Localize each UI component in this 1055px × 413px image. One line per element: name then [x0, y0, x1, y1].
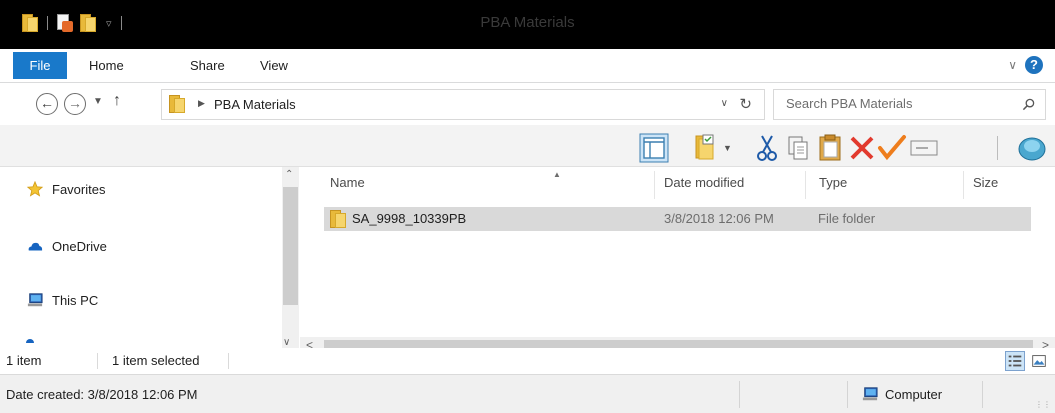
status-separator — [97, 353, 98, 369]
address-row: ← → ▼ ↑ ▶ PBA Materials ∨ ↻ — [0, 84, 1055, 124]
folder-icon — [169, 95, 185, 113]
title-bar: ▿ PBA Materials — [0, 0, 1055, 49]
column-divider[interactable] — [654, 171, 655, 199]
nav-item-label: Favorites — [52, 181, 106, 197]
tab-file[interactable]: File — [13, 52, 67, 79]
tab-view[interactable]: View — [260, 52, 288, 79]
location-label: Computer — [885, 386, 943, 402]
scroll-up-icon[interactable]: ⌃ — [285, 169, 293, 180]
recent-locations-icon[interactable]: ▼ — [93, 96, 103, 107]
nav-item-label: This PC — [52, 292, 99, 308]
shell-icon[interactable] — [1017, 133, 1047, 163]
up-button[interactable]: ↑ — [113, 92, 121, 110]
column-header-type[interactable]: Type — [819, 175, 847, 190]
column-divider[interactable] — [963, 171, 964, 199]
file-date-modified: 3/8/2018 12:06 PM — [664, 211, 774, 226]
column-divider[interactable] — [805, 171, 806, 199]
tab-share[interactable]: Share — [190, 52, 225, 79]
search-box[interactable] — [773, 89, 1046, 120]
cloud-icon — [28, 242, 43, 251]
file-list: Name ▲ Date modified Type Size SA_9998_1… — [300, 167, 1055, 337]
computer-icon — [862, 387, 878, 401]
tab-home[interactable]: Home — [89, 52, 124, 79]
search-icon[interactable] — [1022, 98, 1035, 111]
nav-pane-scrollbar[interactable]: ⌃ — [282, 167, 299, 348]
properties-dropdown-icon[interactable]: ▼ — [723, 143, 732, 153]
column-header-size[interactable]: Size — [973, 175, 998, 190]
paste-icon[interactable] — [815, 133, 845, 163]
item-count: 1 item — [6, 353, 42, 368]
details-view-icon[interactable] — [1005, 351, 1025, 371]
delete-icon[interactable] — [847, 133, 877, 163]
cut-icon[interactable] — [752, 133, 782, 163]
nav-scroll-thumb[interactable] — [283, 187, 298, 305]
properties-icon[interactable] — [690, 133, 720, 163]
command-toolbar: ▼ — [0, 125, 1055, 167]
table-row[interactable]: SA_9998_10339PB 3/8/2018 12:06 PM File f… — [324, 207, 1031, 231]
computer-icon — [27, 293, 43, 307]
back-button[interactable]: ← — [36, 93, 58, 115]
breadcrumb-chevron-icon[interactable]: ▶ — [198, 98, 205, 109]
resize-grip-icon[interactable]: ⋮⋮ — [1035, 400, 1051, 409]
refresh-icon[interactable]: ↻ — [739, 95, 752, 113]
check-icon[interactable] — [877, 133, 907, 163]
status-separator — [228, 353, 229, 369]
column-header-name[interactable]: Name — [330, 175, 365, 190]
file-type: File folder — [818, 211, 876, 226]
details-bar: Date created: 3/8/2018 12:06 PM Computer… — [0, 374, 1055, 413]
date-created: Date created: 3/8/2018 12:06 PM — [6, 387, 198, 402]
navigation-pane: Favorites OneDrive This PC — [0, 167, 300, 348]
toolbar-separator — [997, 136, 998, 160]
preview-pane-icon[interactable] — [639, 133, 669, 163]
nav-item-this-pc[interactable]: This PC — [26, 292, 98, 308]
large-icons-view-icon[interactable] — [1029, 351, 1049, 371]
star-icon — [26, 181, 44, 197]
address-bar[interactable]: ▶ PBA Materials ∨ ↻ — [161, 89, 765, 120]
scroll-down-icon[interactable]: ∨ — [283, 337, 290, 348]
sort-ascending-icon: ▲ — [553, 170, 561, 179]
details-separator — [847, 381, 848, 408]
selection-count: 1 item selected — [112, 353, 200, 368]
window-title: PBA Materials — [480, 14, 575, 31]
nav-item-onedrive[interactable]: OneDrive — [26, 238, 107, 254]
help-icon[interactable]: ? — [1025, 56, 1043, 74]
nav-item-label: OneDrive — [52, 238, 107, 254]
ribbon-tabs: File Home Share View ∨ ? — [0, 49, 1055, 83]
search-input[interactable] — [786, 96, 1006, 111]
status-bar: 1 item 1 item selected — [0, 348, 1055, 374]
rename-icon[interactable] — [909, 133, 939, 163]
location-computer: Computer — [861, 386, 942, 402]
file-name: SA_9998_10339PB — [352, 211, 467, 226]
details-separator — [982, 381, 983, 408]
copy-icon[interactable] — [783, 133, 813, 163]
details-separator — [739, 381, 740, 408]
breadcrumb-pba-materials[interactable]: PBA Materials — [214, 97, 296, 112]
folder-icon — [330, 210, 346, 228]
expand-ribbon-icon[interactable]: ∨ — [1008, 58, 1017, 72]
nav-item-favorites[interactable]: Favorites — [26, 181, 105, 197]
address-dropdown-icon[interactable]: ∨ — [721, 98, 728, 109]
column-header-date-modified[interactable]: Date modified — [664, 175, 744, 190]
forward-button[interactable]: → — [64, 93, 86, 115]
partial-nav-icon — [26, 339, 34, 343]
